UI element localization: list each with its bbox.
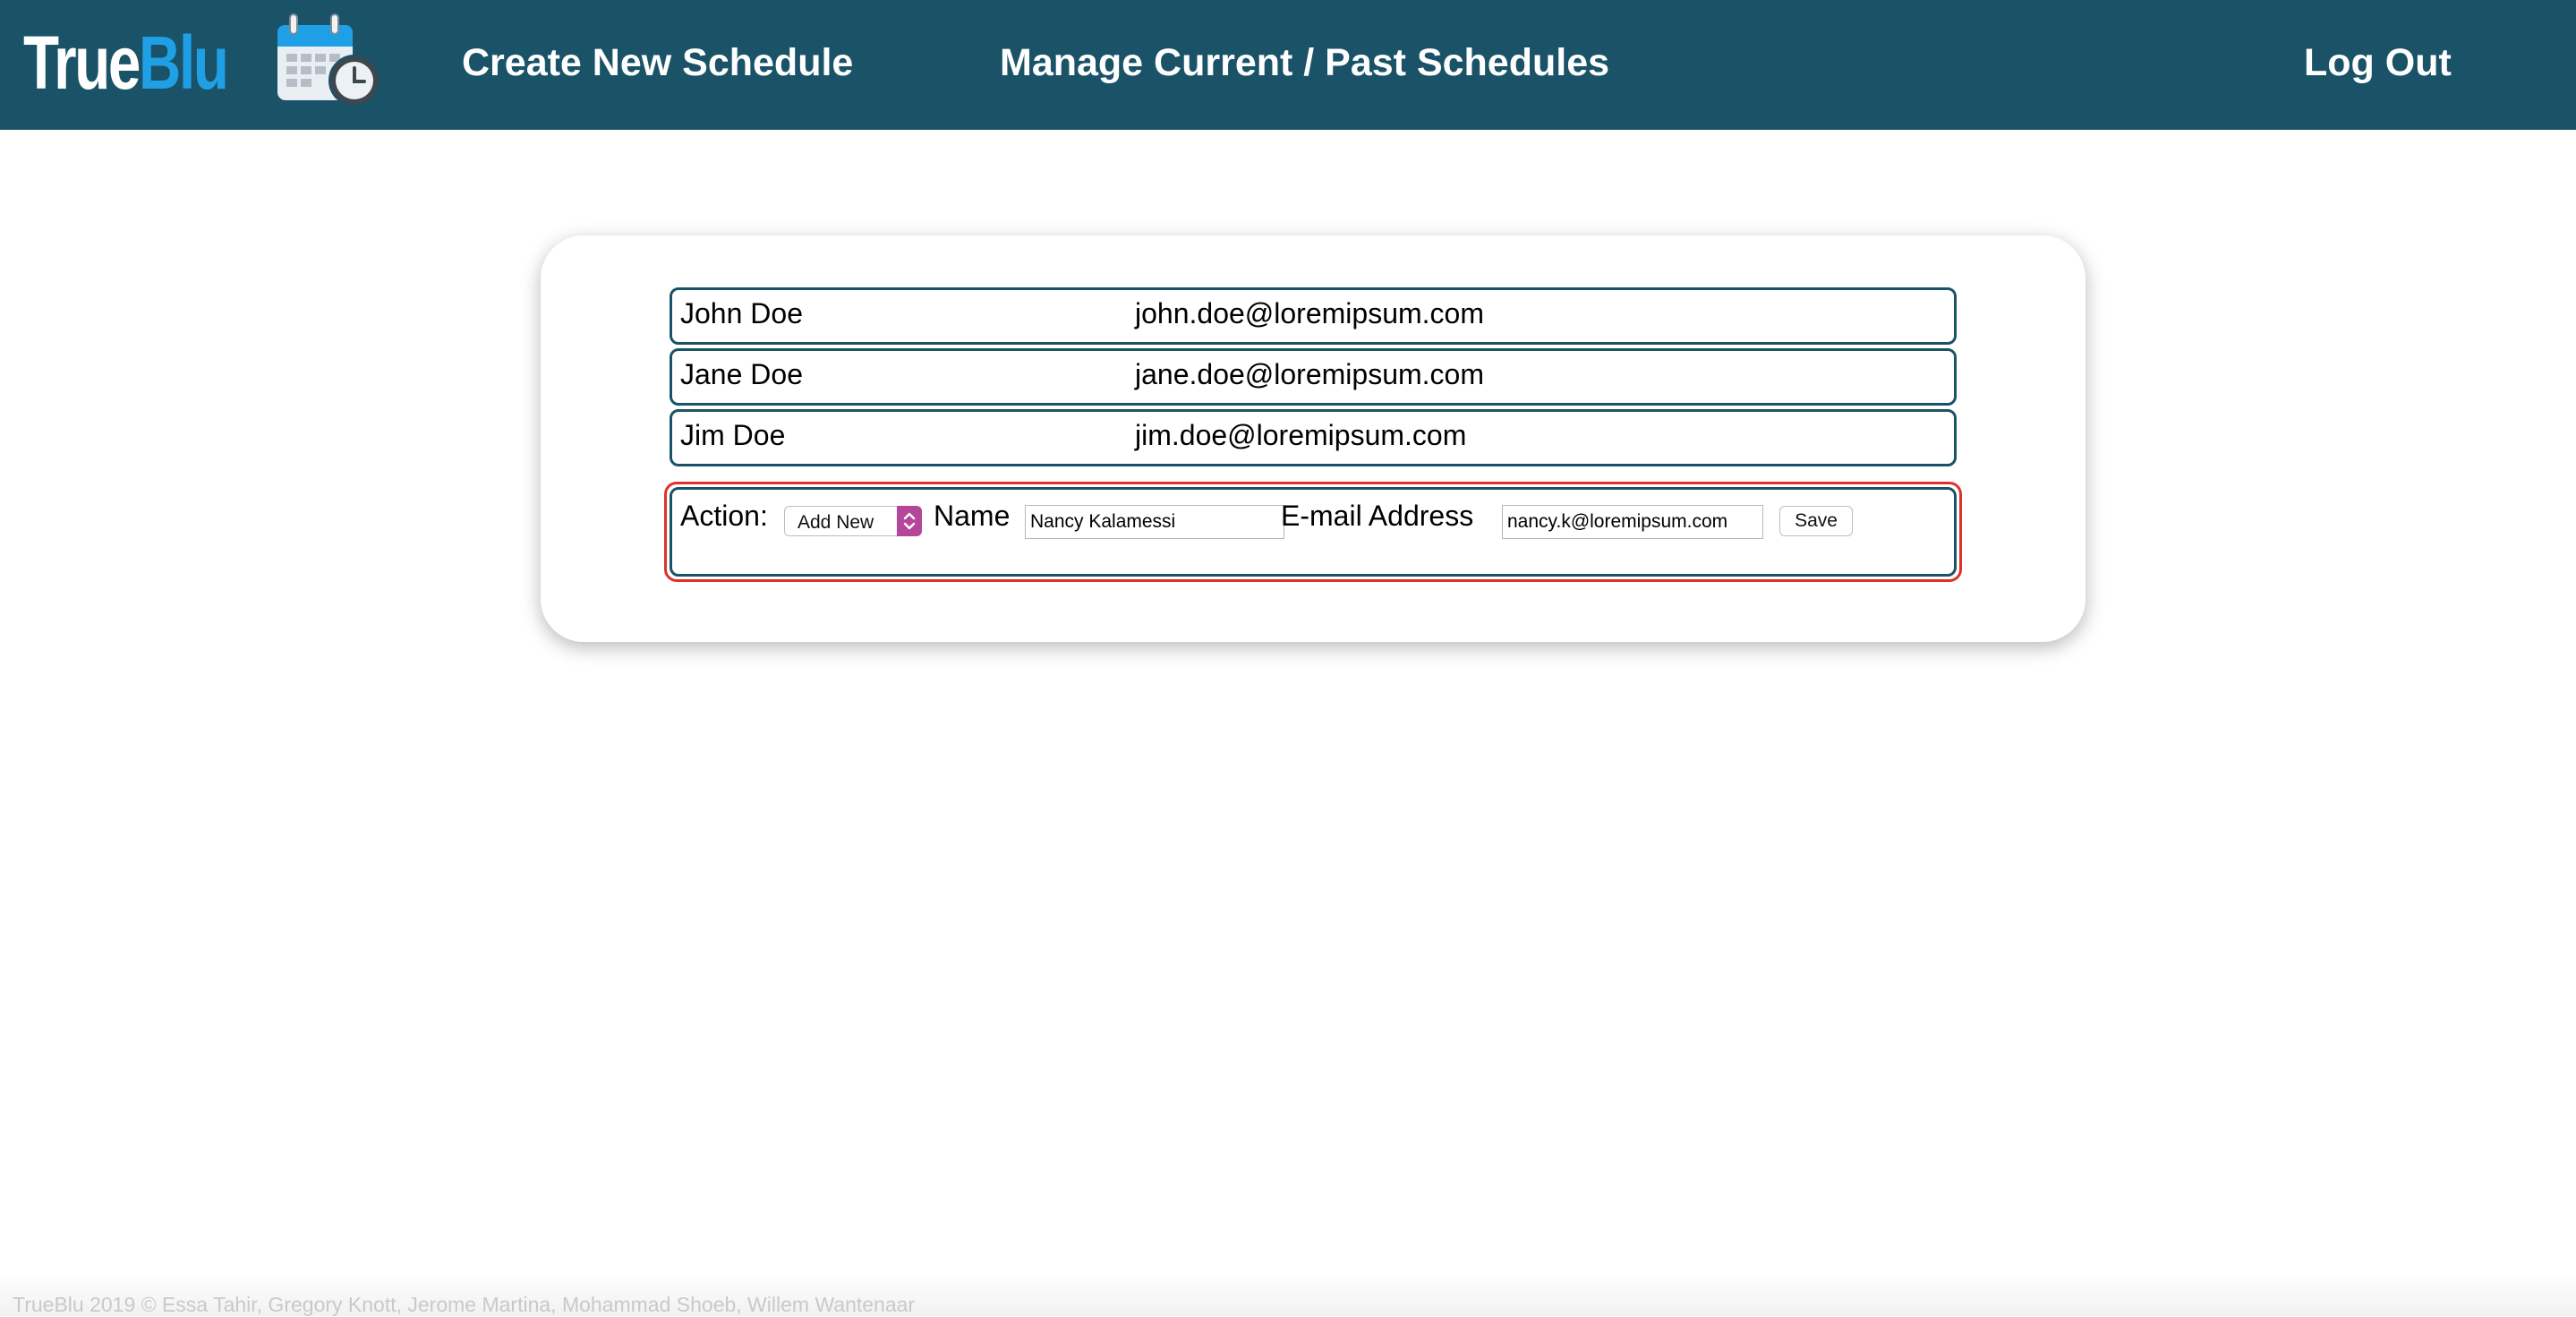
nav-create-new-schedule[interactable]: Create New Schedule [462,41,853,85]
employee-name: John Doe [680,297,803,329]
nav-log-out[interactable]: Log Out [2304,41,2452,85]
employee-row[interactable]: John Doe john.doe@loremipsum.com [670,287,1957,345]
chevron-up-down-icon [897,506,922,536]
name-input[interactable] [1025,505,1284,539]
employee-name: Jim Doe [680,419,786,451]
calendar-clock-icon [277,13,380,107]
employee-name: Jane Doe [680,358,803,390]
top-nav-bar: TrueBlu Create New Schedule Manage Curre… [0,0,2576,130]
employee-email: john.doe@loremipsum.com [1135,297,1484,329]
email-label: E-mail Address [1281,500,1474,532]
employee-card: John Doe john.doe@loremipsum.com Jane Do… [541,235,2086,642]
email-input[interactable] [1502,505,1763,539]
employee-email: jane.doe@loremipsum.com [1135,358,1484,390]
action-select[interactable]: Add New [784,506,922,536]
employee-email: jim.doe@loremipsum.com [1135,419,1467,451]
logo-text-blu: Blu [139,21,229,105]
action-select-value: Add New [798,512,874,533]
nav-manage-schedules[interactable]: Manage Current / Past Schedules [1000,41,1609,85]
employee-row[interactable]: Jim Doe jim.doe@loremipsum.com [670,409,1957,466]
logo-wordmark: TrueBlu [23,25,229,100]
footer-credits: TrueBlu 2019 © Essa Tahir, Gregory Knott… [13,1293,916,1316]
action-label: Action: [680,500,768,532]
logo-text-true: True [23,21,141,105]
footer: TrueBlu 2019 © Essa Tahir, Gregory Knott… [0,1273,2576,1316]
employee-row[interactable]: Jane Doe jane.doe@loremipsum.com [670,348,1957,406]
name-label: Name [934,500,1011,532]
save-button[interactable]: Save [1779,506,1853,536]
add-employee-form: Action: Add New Name E-mail Address Save [670,487,1957,577]
